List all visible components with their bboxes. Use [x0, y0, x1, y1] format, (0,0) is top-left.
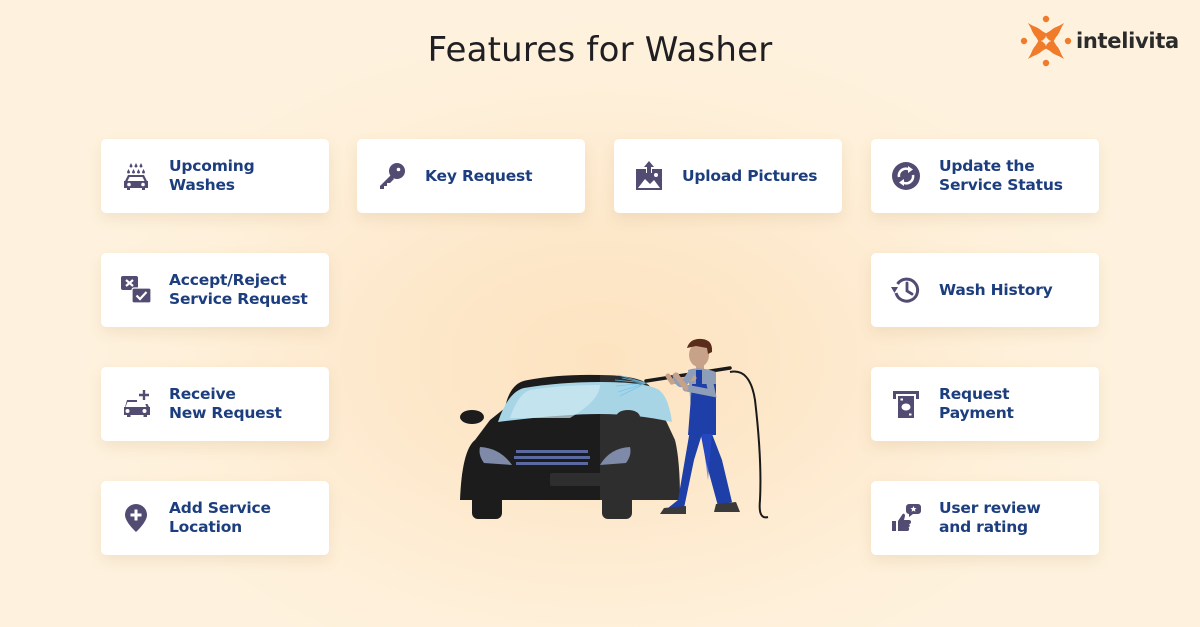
feature-label: Wash History [939, 280, 1053, 299]
car-add-icon [120, 388, 152, 420]
feature-label: Update the Service Status [939, 157, 1063, 194]
accept-reject-icon [120, 274, 152, 306]
history-icon [890, 274, 922, 306]
feature-label: Upload Pictures [682, 166, 818, 185]
car-wash-icon [120, 160, 152, 192]
refresh-status-icon [890, 160, 922, 192]
feature-card-user-review-rating[interactable]: User review and rating [871, 481, 1099, 555]
feature-card-key-request[interactable]: Key Request [357, 139, 585, 213]
feature-label: Accept/Reject Service Request [169, 271, 308, 308]
feature-label: Request Payment [939, 385, 1014, 422]
brand-name: intelivita [1076, 29, 1179, 53]
feature-card-upload-pictures[interactable]: Upload Pictures [614, 139, 842, 213]
feature-card-wash-history[interactable]: Wash History [871, 253, 1099, 327]
location-add-icon [120, 502, 152, 534]
feature-label: Receive New Request [169, 385, 282, 422]
key-icon [376, 160, 408, 192]
feature-card-add-service-location[interactable]: Add Service Location [101, 481, 329, 555]
feature-label: User review and rating [939, 499, 1041, 536]
feature-label: Key Request [425, 166, 533, 185]
upload-image-icon [633, 160, 665, 192]
feature-card-request-payment[interactable]: Request Payment [871, 367, 1099, 441]
feature-card-update-service-status[interactable]: Update the Service Status [871, 139, 1099, 213]
feature-label: Add Service Location [169, 499, 271, 536]
washer-cleaning-car-illustration [460, 338, 769, 519]
intelivita-logo-icon [1020, 15, 1072, 67]
brand-logo: intelivita [1020, 14, 1179, 68]
thumbs-up-review-icon [890, 502, 922, 534]
car-illustration [460, 374, 680, 519]
atm-payment-icon [890, 388, 922, 420]
feature-card-receive-new-request[interactable]: Receive New Request [101, 367, 329, 441]
hose [729, 370, 769, 519]
feature-card-accept-reject[interactable]: Accept/Reject Service Request [101, 253, 329, 327]
feature-label: Upcoming Washes [169, 157, 255, 194]
feature-card-upcoming-washes[interactable]: Upcoming Washes [101, 139, 329, 213]
